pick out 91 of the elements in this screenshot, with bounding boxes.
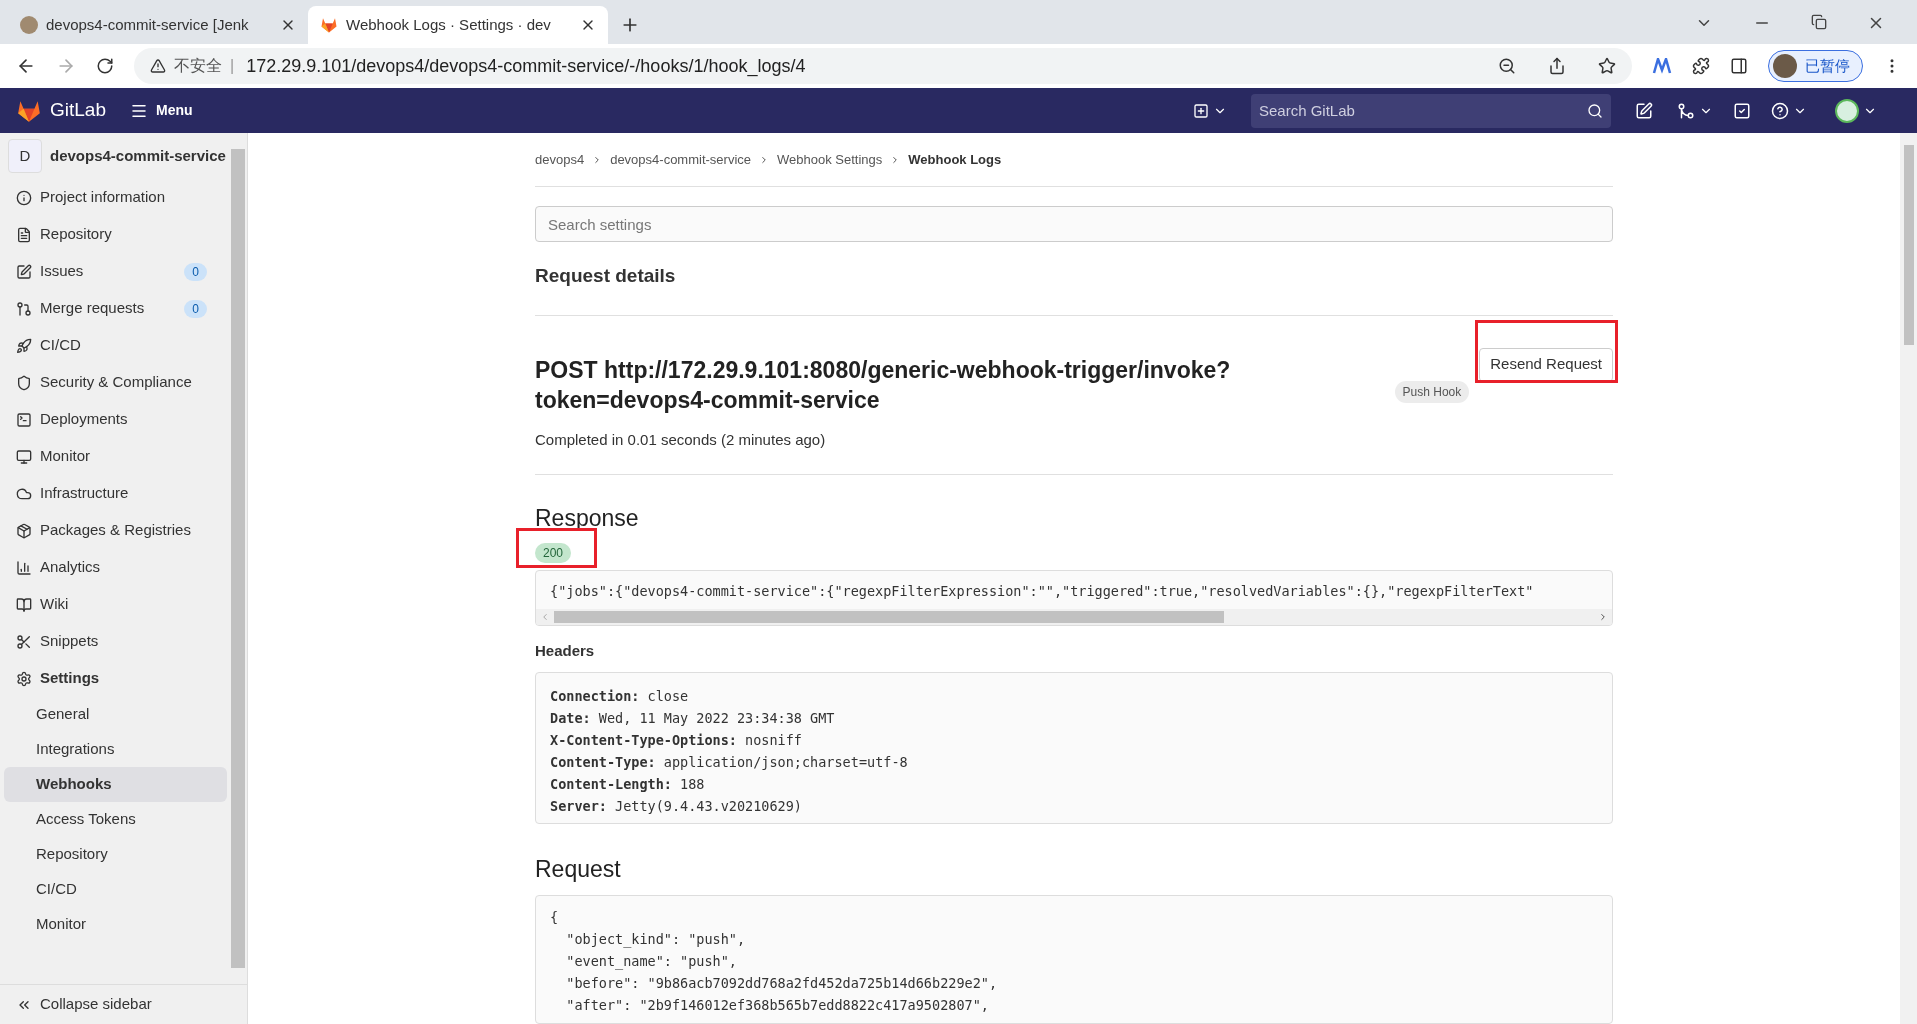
sidebar-subitem[interactable]: Monitor: [4, 907, 227, 942]
project-name[interactable]: devops4-commit-service: [50, 144, 226, 168]
request-body: { "object_kind": "push", "event_name": "push", "before": "9b86acb7092dd768a2fd452da725b14d66b229e2", "after": "2b9f146012ef368b565b7edd8822c417a9502807",: [535, 894, 1613, 1024]
restore-icon[interactable]: [1811, 14, 1827, 30]
sidebar-item[interactable]: Settings: [0, 660, 231, 697]
sidebar-item[interactable]: Packages & Registries: [0, 512, 231, 549]
sidebar-item[interactable]: Infrastructure: [0, 475, 231, 512]
sidebar-item[interactable]: Snippets: [0, 623, 231, 660]
help-icon[interactable]: [1771, 101, 1789, 120]
file-icon: [16, 226, 32, 243]
project-avatar[interactable]: D: [8, 139, 42, 173]
sidebar-item[interactable]: Merge requests 0: [0, 290, 231, 327]
collapse-sidebar-button[interactable]: Collapse sidebar: [0, 984, 247, 1024]
package-icon: [16, 522, 32, 539]
chart-icon: [16, 559, 32, 576]
page-scrollbar[interactable]: [1900, 133, 1917, 1024]
resend-request-button[interactable]: Resend Request: [1479, 347, 1613, 382]
avatar-icon: [20, 16, 38, 34]
url-text: 172.29.9.101/devops4/devops4-commit-service/-/hooks/1/hook_logs/4: [246, 54, 806, 79]
search-settings-field[interactable]: Search settings: [535, 206, 1613, 242]
todo-icon[interactable]: [1733, 101, 1751, 120]
sidebar-subitem[interactable]: CI/CD: [4, 872, 227, 907]
section-title: Request details: [535, 262, 1613, 316]
scissors-icon: [16, 633, 32, 650]
sidebar-item[interactable]: Security & Compliance: [0, 364, 231, 401]
side-panel-icon[interactable]: [1730, 57, 1748, 75]
issues-icon: [16, 263, 32, 280]
address-bar[interactable]: 不安全 | 172.29.9.101/devops4/devops4-commit-service/-/hooks/1/hook_logs/4: [134, 48, 1632, 84]
completed-text: Completed in 0.01 seconds (2 minutes ago): [535, 428, 1613, 475]
reload-icon[interactable]: [96, 57, 114, 75]
sidebar-item[interactable]: Deployments: [0, 401, 231, 438]
count-badge: 0: [184, 262, 207, 281]
sidebar-subitem[interactable]: Access Tokens: [4, 802, 227, 837]
sidebar-item[interactable]: Monitor: [0, 438, 231, 475]
new-icon[interactable]: [1193, 102, 1209, 119]
sidebar-item[interactable]: Project information: [0, 179, 231, 216]
separator: |: [230, 56, 235, 76]
response-body: {"jobs":{"devops4-commit-service":{"regexpFilterExpression":"","triggered":true,"resolvedVariables":{},"regexpFilterText": [535, 569, 1613, 626]
monitor-icon: [16, 448, 32, 465]
sidebar-item[interactable]: CI/CD: [0, 327, 231, 364]
issues-icon[interactable]: [1635, 101, 1653, 120]
info-icon: [16, 189, 32, 206]
breadcrumb-link[interactable]: Webhook Logs: [908, 149, 1002, 170]
sidebar-item[interactable]: Issues 0: [0, 253, 231, 290]
headers-box: Connection: close Date: Wed, 11 May 2022 23:34:38 GMT X-Content-Type-Options: nosniff Content-Type: application/json;charset=utf-8 Content-Length: 188 Server: Jetty(9.4.43.v20210629): [535, 672, 1613, 825]
bookmark-icon[interactable]: [1598, 57, 1616, 75]
sidebar-subitem[interactable]: Integrations: [4, 732, 227, 767]
rocket-icon: [16, 337, 32, 354]
response-title: Response: [535, 504, 640, 533]
settings-icon: [16, 670, 32, 687]
count-badge: 0: [184, 299, 207, 318]
zoom-icon[interactable]: [1498, 57, 1516, 75]
brand-name[interactable]: GitLab: [50, 96, 106, 125]
status-badge: 200: [535, 542, 572, 563]
share-icon[interactable]: [1548, 57, 1566, 75]
horizontal-scrollbar[interactable]: [536, 608, 1612, 625]
request-url-title: POST http://172.29.9.101:8080/generic-webhook-trigger/invoke? token=devops4-commit-service: [535, 355, 1232, 415]
avatar-icon[interactable]: [1835, 98, 1859, 123]
avatar-icon: [1773, 54, 1797, 78]
hook-type-badge: Push Hook: [1394, 380, 1470, 403]
sidebar-item[interactable]: Analytics: [0, 549, 231, 586]
sidebar-item[interactable]: Repository: [0, 216, 231, 253]
breadcrumb-link[interactable]: Webhook Settings: [777, 149, 883, 170]
scrollbar[interactable]: [231, 149, 245, 968]
browser-tab[interactable]: devops4-commit-service [Jenk: [8, 6, 308, 44]
request-title: Request: [535, 855, 622, 885]
search-field[interactable]: Search GitLab: [1251, 93, 1611, 128]
shield-icon: [16, 374, 32, 391]
sidebar-item[interactable]: Wiki: [0, 586, 231, 623]
fox-logo-icon: [320, 16, 338, 34]
profile-button[interactable]: 已暂停: [1768, 50, 1863, 82]
breadcrumb-link[interactable]: devops4-commit-service: [610, 149, 752, 170]
breadcrumb-link[interactable]: devops4: [535, 149, 585, 170]
tab-title: Webhook Logs · Settings · dev: [346, 14, 552, 35]
book-icon: [16, 596, 32, 613]
menu-button[interactable]: Menu: [130, 100, 193, 121]
sidebar-subitem[interactable]: General: [4, 697, 227, 732]
warning-icon: [150, 58, 166, 74]
sidebar-subitem[interactable]: Repository: [4, 837, 227, 872]
merge-request-icon: [16, 300, 32, 317]
deploy-icon: [16, 411, 32, 428]
headers-title: Headers: [535, 640, 596, 661]
merge-icon[interactable]: [1677, 101, 1695, 120]
extensions-icon[interactable]: [1692, 57, 1710, 75]
tab-title: devops4-commit-service [Jenk: [46, 14, 250, 35]
scroll-right-icon[interactable]: [1598, 611, 1608, 622]
browser-tab[interactable]: Webhook Logs · Settings · dev: [308, 6, 608, 44]
extension-icon[interactable]: [1652, 58, 1672, 74]
security-label: 不安全: [174, 55, 222, 77]
search-icon: [1587, 102, 1603, 119]
sidebar-subitem[interactable]: Webhooks: [4, 767, 227, 802]
